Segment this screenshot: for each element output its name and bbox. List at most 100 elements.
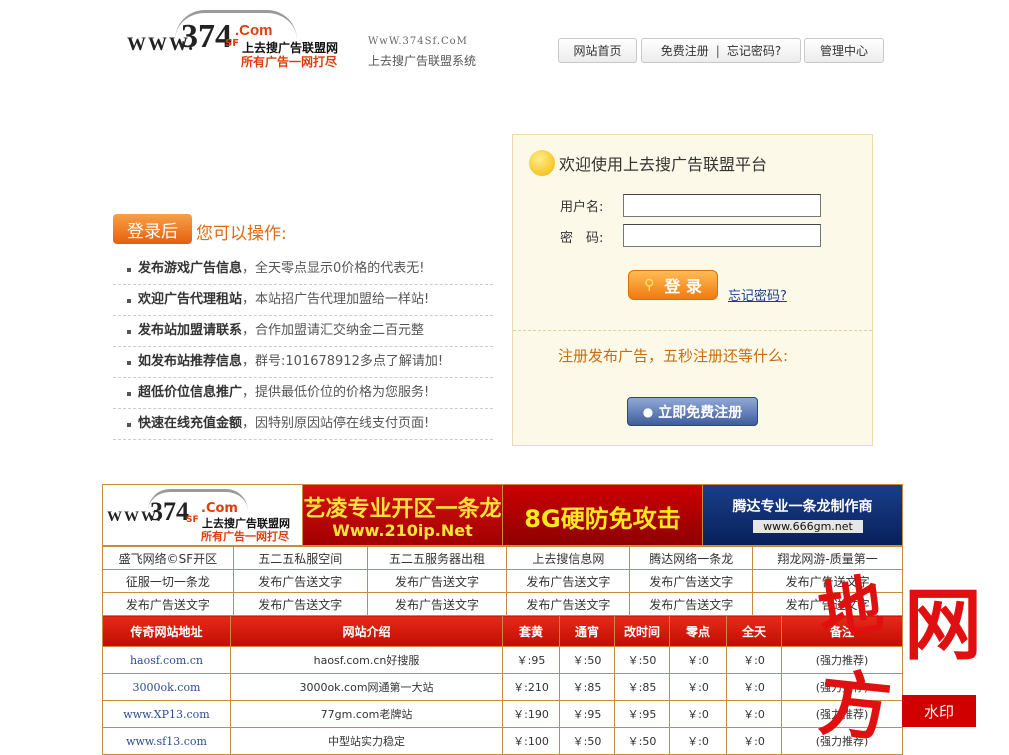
forgot-password-link[interactable]: 忘记密码? <box>727 42 781 59</box>
banner-line2: 所有广告一网打尽 <box>201 530 289 543</box>
user-icon: ● <box>642 404 654 419</box>
table-cell: ￥:95 <box>559 700 615 728</box>
banner-com: .Com <box>201 501 238 516</box>
text-link[interactable]: 发布广告送文字 <box>102 592 234 616</box>
text-link[interactable]: 盛飞网络©SF开区 <box>102 546 234 570</box>
login-button-label: 登 录 <box>664 277 702 296</box>
link-row: 发布广告送文字 发布广告送文字 发布广告送文字 发布广告送文字 发布广告送文字 … <box>102 592 903 616</box>
text-link[interactable]: 征服一切一条龙 <box>102 569 234 593</box>
table-cell: (强力推荐) <box>781 727 903 755</box>
server-table: 传奇网站地址 网站介绍 套黄 通宵 改时间 零点 全天 备注 haosf.com… <box>102 615 903 755</box>
col-header: 全天 <box>726 615 782 647</box>
table-row: 3000ok.com 3000ok.com网通第一大站 ￥:210 ￥:85 ￥… <box>102 673 903 701</box>
banner-yiling[interactable]: 艺凌专业开区一条龙 Www.210ip.Net <box>303 485 503 545</box>
text-link[interactable]: 发布广告送文字 <box>506 569 631 593</box>
table-row: www.sf13.com 中型站实力稳定 ￥:100 ￥:50 ￥:50 ￥:0… <box>102 727 903 755</box>
login-after-text: 您可以操作: <box>196 224 287 244</box>
text-link[interactable]: 发布广告送文字 <box>366 569 508 593</box>
table-cell: ￥:0 <box>726 700 782 728</box>
text-link[interactable]: 发布广告送文字 <box>232 569 368 593</box>
table-cell: (强力推荐) <box>781 646 903 674</box>
logo-sf: SF <box>225 38 240 49</box>
site-subtitle: 上去搜广告联盟系统 <box>368 54 477 68</box>
col-header: 改时间 <box>614 615 670 647</box>
banner-title: 腾达专业一条龙制作商 <box>732 499 873 515</box>
banner-8g[interactable]: 8G硬防免攻击 <box>503 485 703 545</box>
banner-374sf[interactable]: WWW. 374 SF .Com 上去搜广告联盟网 所有广告一网打尽 <box>103 485 303 545</box>
table-cell: ￥:85 <box>559 673 615 701</box>
text-link[interactable]: 发布广告送文字 <box>366 592 508 616</box>
banner-number: 374 <box>150 497 189 526</box>
login-button[interactable]: ⚲ 登 录 <box>628 270 718 300</box>
watermark-char: 网 <box>904 580 983 671</box>
item-desc: ，提供最低价位的价格为您服务! <box>242 385 430 400</box>
site-link[interactable]: www.sf13.com <box>102 727 231 755</box>
text-link[interactable]: 腾达网络一条龙 <box>629 546 754 570</box>
list-item: 如发布站推荐信息，群号:101678912多点了解请加! <box>113 347 493 378</box>
table-cell: ￥:0 <box>726 646 782 674</box>
table-cell: ￥:100 <box>502 727 560 755</box>
list-item: 发布站加盟请联系，合作加盟请汇交纳金二百元整 <box>113 316 493 347</box>
list-item: 快速在线充值金额，因特别原因站停在线支付页面! <box>113 409 493 440</box>
table-cell: ￥:0 <box>669 646 727 674</box>
col-header: 零点 <box>669 615 727 647</box>
item-desc: ，群号:101678912多点了解请加! <box>242 354 444 369</box>
login-title: 欢迎使用上去搜广告联盟平台 <box>559 155 768 174</box>
table-cell: ￥:95 <box>502 646 560 674</box>
table-cell: (强力推荐) <box>781 673 903 701</box>
password-input[interactable] <box>623 224 821 247</box>
text-link[interactable]: 发布广告送文字 <box>629 592 754 616</box>
text-link[interactable]: 五二五服务器出租 <box>366 546 508 570</box>
table-cell: ￥:0 <box>669 700 727 728</box>
banner-title: 艺凌专业开区一条龙 <box>303 497 502 522</box>
item-desc: ，因特别原因站停在线支付页面! <box>242 416 430 431</box>
site-link[interactable]: haosf.com.cn <box>102 646 231 674</box>
divider <box>513 330 872 331</box>
site-url: WwW.374Sf.CoM <box>368 36 468 47</box>
table-row: www.XP13.com 77gm.com老牌站 ￥:190 ￥:95 ￥:95… <box>102 700 903 728</box>
text-link[interactable]: 发布广告送文字 <box>506 592 631 616</box>
item-title: 发布站加盟请联系 <box>138 323 243 338</box>
register-free-button[interactable]: ● 立即免费注册 <box>627 397 758 426</box>
admin-center-button[interactable]: 管理中心 <box>804 38 884 63</box>
site-logo[interactable]: WWW. 374 SF .Com 上去搜广告联盟网 所有广告一网打尽 <box>127 10 367 72</box>
table-cell: ￥:0 <box>669 673 727 701</box>
text-link[interactable]: 翔龙网游-质量第一 <box>752 546 903 570</box>
list-item: 发布游戏广告信息，全天零点显示0价格的代表无! <box>113 254 493 285</box>
register-forgot-group: 免费注册 | 忘记密码? <box>641 38 801 63</box>
item-title: 如发布站推荐信息 <box>138 354 243 369</box>
text-link[interactable]: 发布广告送文字 <box>232 592 368 616</box>
item-title: 发布游戏广告信息 <box>138 261 243 276</box>
logo-line2: 所有广告一网打尽 <box>241 55 338 69</box>
text-link[interactable]: 发布广告送文字 <box>752 569 903 593</box>
text-link[interactable]: 发布广告送文字 <box>629 569 754 593</box>
item-title: 快速在线充值金额 <box>138 416 243 431</box>
home-button[interactable]: 网站首页 <box>558 38 637 63</box>
site-link[interactable]: www.XP13.com <box>102 700 231 728</box>
table-cell: ￥:210 <box>502 673 560 701</box>
table-cell: ￥:95 <box>614 700 670 728</box>
item-title: 欢迎广告代理租站 <box>138 292 243 307</box>
forgot-password-link[interactable]: 忘记密码? <box>728 285 787 304</box>
banner-tengda[interactable]: 腾达专业一条龙制作商 www.666gm.net <box>703 485 902 545</box>
text-link-grid: 盛飞网络©SF开区 五二五私服空间 五二五服务器出租 上去搜信息网 腾达网络一条… <box>102 546 903 616</box>
username-input[interactable] <box>623 194 821 217</box>
text-link[interactable]: 上去搜信息网 <box>506 546 631 570</box>
table-cell: ￥:0 <box>726 673 782 701</box>
table-cell: ￥:50 <box>559 727 615 755</box>
banner-title: 8G硬防免攻击 <box>524 505 681 533</box>
register-link[interactable]: 免费注册 <box>661 42 709 59</box>
banner-url: www.666gm.net <box>753 520 863 533</box>
table-cell: 3000ok.com网通第一大站 <box>230 673 503 701</box>
key-icon: ⚲ <box>644 277 655 293</box>
item-desc: ，合作加盟请汇交纳金二百元整 <box>242 323 425 338</box>
item-desc: ，本站招广告代理加盟给一样站! <box>242 292 430 307</box>
login-panel: 欢迎使用上去搜广告联盟平台 用户名: 密 码: ⚲ 登 录 忘记密码? 注册发布… <box>512 134 873 446</box>
table-cell: ￥:50 <box>614 727 670 755</box>
site-link[interactable]: 3000ok.com <box>102 673 231 701</box>
logo-com: .Com <box>235 22 273 39</box>
text-link[interactable]: 五二五私服空间 <box>232 546 368 570</box>
col-header: 通宵 <box>559 615 615 647</box>
text-link[interactable]: 发布广告送文字 <box>752 592 903 616</box>
password-label: 密 码: <box>560 231 604 246</box>
